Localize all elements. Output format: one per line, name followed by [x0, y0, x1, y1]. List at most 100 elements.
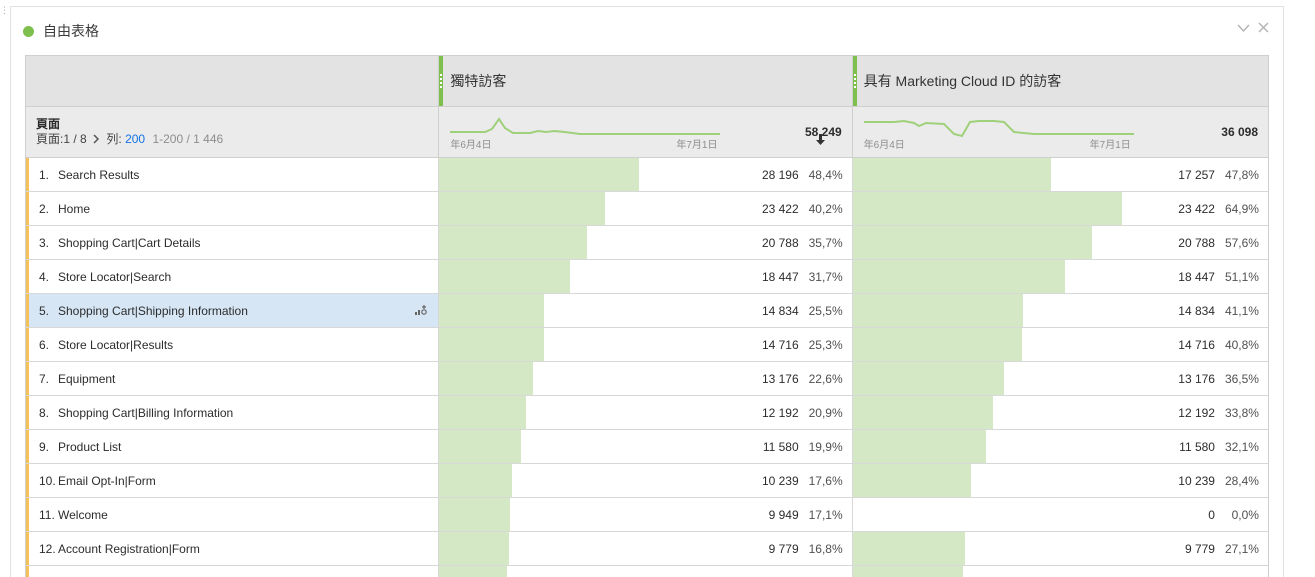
dimension-cell[interactable]: 7. Equipment: [26, 362, 440, 395]
dimension-cell[interactable]: [26, 566, 440, 577]
metric-value: 18 447: [761, 269, 799, 284]
metric-cell[interactable]: 23 422 64,9%: [852, 192, 1268, 225]
close-icon[interactable]: [1258, 20, 1269, 36]
chevron-down-icon[interactable]: [1237, 20, 1250, 36]
metric-cell[interactable]: 0 0,0%: [853, 498, 1268, 531]
metric-cell[interactable]: 23 422 40,2%: [439, 192, 853, 225]
metric-cell[interactable]: 12 192 20,9%: [439, 396, 853, 429]
metric-cell[interactable]: 11 580 32,1%: [852, 430, 1268, 463]
dimension-cell[interactable]: 5. Shopping Cart|Shipping Information: [26, 294, 440, 327]
column-grip-icon[interactable]: [439, 56, 444, 106]
dimension-cell[interactable]: 10. Email Opt-In|Form: [26, 464, 440, 497]
metric-value: 9 779: [768, 541, 799, 556]
metric-cell[interactable]: 10 239 28,4%: [852, 464, 1268, 497]
rows-label: 列:: [106, 132, 122, 146]
status-dot-icon: [23, 25, 34, 37]
freeform-table-panel: 自由表格 獨特訪客 具有 Marketing Cloud ID 的訪客 頁面 頁…: [10, 6, 1284, 577]
dimension-cell[interactable]: 9. Product List: [26, 430, 440, 463]
metric-cell[interactable]: 10 239 17,6%: [439, 464, 853, 497]
dimension-item-label[interactable]: Shopping Cart|Cart Details: [58, 236, 201, 250]
metric-header-unique-visitors[interactable]: 獨特訪客: [439, 56, 853, 106]
metric-cell[interactable]: 13 176 36,5%: [852, 362, 1268, 395]
table-row[interactable]: 12. Account Registration|Form 9 779 16,8% 9 …: [26, 532, 1268, 566]
metric-value: 12 192: [761, 405, 799, 420]
table-row[interactable]: 8. Shopping Cart|Billing Information 12 19…: [26, 396, 1268, 430]
metric-header-mcid-visitors[interactable]: 具有 Marketing Cloud ID 的訪客: [852, 56, 1268, 106]
dimension-cell[interactable]: 12. Account Registration|Form: [26, 532, 440, 565]
metric-cell[interactable]: 18 447 51,1%: [852, 260, 1268, 293]
metric-cell[interactable]: 28 196 48,4%: [439, 158, 853, 191]
metric-cell[interactable]: [439, 566, 853, 577]
dimension-item-label[interactable]: Store Locator|Results: [58, 338, 173, 352]
dimension-cell[interactable]: 1. Search Results: [26, 158, 440, 191]
dimension-cell[interactable]: 4. Store Locator|Search: [26, 260, 440, 293]
table-row[interactable]: 9. Product List 11 580 19,9% 11 580 32,1%: [26, 430, 1268, 464]
drag-handle-icon[interactable]: ⋮: [0, 6, 9, 15]
dimension-item-label[interactable]: Home: [58, 202, 90, 216]
table-row[interactable]: 10. Email Opt-In|Form 10 239 17,6% 10 239 28,…: [26, 464, 1268, 498]
dimension-summary-cell: 頁面 頁面:1 / 8 列: 200 1-200 / 1 446: [26, 107, 440, 157]
metric-value: 13 176: [1178, 371, 1215, 386]
metric-percent: 47,8%: [1224, 167, 1259, 182]
table-row[interactable]: 1. Search Results 28 196 48,4% 17 257 47,8%: [26, 158, 1268, 192]
percent-bar: [439, 430, 522, 463]
dimension-item-label[interactable]: Shopping Cart|Billing Information: [58, 406, 233, 420]
metric-cell[interactable]: 17 257 47,8%: [852, 158, 1268, 191]
rows-per-page-link[interactable]: 200: [125, 132, 145, 146]
metric-cell[interactable]: 11 580 19,9%: [439, 430, 853, 463]
dimension-item-label[interactable]: Equipment: [58, 372, 115, 386]
metric-value: 9 949: [768, 507, 799, 522]
dimension-item-label[interactable]: Product List: [58, 440, 121, 454]
percent-bar: [439, 566, 508, 577]
dimension-cell[interactable]: 8. Shopping Cart|Billing Information: [26, 396, 440, 429]
dimension-item-label[interactable]: Account Registration|Form: [58, 542, 200, 556]
metric-cell[interactable]: 14 834 25,5%: [439, 294, 853, 327]
metric-percent: 51,1%: [1224, 269, 1259, 284]
table-row[interactable]: 2. Home 23 422 40,2% 23 422 64,9%: [26, 192, 1268, 226]
dimension-item-label[interactable]: Email Opt-In|Form: [58, 474, 156, 488]
dimension-item-label[interactable]: Welcome: [58, 508, 108, 522]
sort-descending-icon[interactable]: [815, 134, 825, 145]
metric-percent: 25,5%: [808, 303, 843, 318]
dimension-item-label[interactable]: Store Locator|Search: [58, 270, 171, 284]
metric-cell[interactable]: 20 788 57,6%: [852, 226, 1268, 259]
dimension-cell[interactable]: 2. Home: [26, 192, 440, 225]
metric-cell[interactable]: 18 447 31,7%: [439, 260, 853, 293]
percent-bar: [439, 226, 587, 259]
metric-value: 23 422: [1178, 201, 1215, 216]
dimension-cell[interactable]: 11. Welcome: [26, 498, 440, 531]
metric-value: 10 239: [761, 473, 799, 488]
dimension-item-label[interactable]: Search Results: [58, 168, 139, 182]
panel-title[interactable]: 自由表格: [43, 21, 99, 41]
table-row[interactable]: [26, 566, 1268, 577]
percent-bar: [439, 158, 639, 191]
dimension-name[interactable]: 頁面: [36, 117, 438, 131]
metric-cell[interactable]: 14 834 41,1%: [852, 294, 1268, 327]
metric-value: 11 580: [1179, 439, 1215, 454]
metric-cell[interactable]: 14 716 40,8%: [852, 328, 1268, 361]
dimension-cell[interactable]: 3. Shopping Cart|Cart Details: [26, 226, 440, 259]
metric-percent: 40,2%: [808, 201, 843, 216]
metric-cell[interactable]: 20 788 35,7%: [439, 226, 853, 259]
dimension-cell[interactable]: 6. Store Locator|Results: [26, 328, 440, 361]
table-row[interactable]: 6. Store Locator|Results 14 716 25,3% 14 716…: [26, 328, 1268, 362]
metric-cell[interactable]: 13 176 22,6%: [439, 362, 853, 395]
percent-bar: [852, 464, 971, 497]
metric-value: 20 788: [761, 235, 799, 250]
column-grip-icon[interactable]: [852, 56, 857, 106]
next-page-icon[interactable]: [92, 134, 100, 144]
metric-cell[interactable]: 9 779 16,8%: [439, 532, 853, 565]
dimension-item-label[interactable]: Shopping Cart|Shipping Information: [58, 304, 248, 318]
table-row[interactable]: 7. Equipment 13 176 22,6% 13 176 36,5%: [26, 362, 1268, 396]
table-row[interactable]: 5. Shopping Cart|Shipping Information 14 8…: [26, 294, 1268, 328]
metric-cell[interactable]: [852, 566, 1268, 577]
table-row[interactable]: 11. Welcome 9 949 17,1% 0 0,0%: [26, 498, 1268, 532]
percent-bar: [439, 532, 509, 565]
metric-cell[interactable]: 14 716 25,3%: [439, 328, 853, 361]
breakdown-icon[interactable]: [414, 303, 428, 320]
metric-cell[interactable]: 9 949 17,1%: [439, 498, 853, 531]
table-row[interactable]: 4. Store Locator|Search 18 447 31,7% 18 447 5…: [26, 260, 1268, 294]
table-row[interactable]: 3. Shopping Cart|Cart Details 20 788 35,7% 2…: [26, 226, 1268, 260]
metric-cell[interactable]: 12 192 33,8%: [852, 396, 1268, 429]
metric-cell[interactable]: 9 779 27,1%: [852, 532, 1268, 565]
